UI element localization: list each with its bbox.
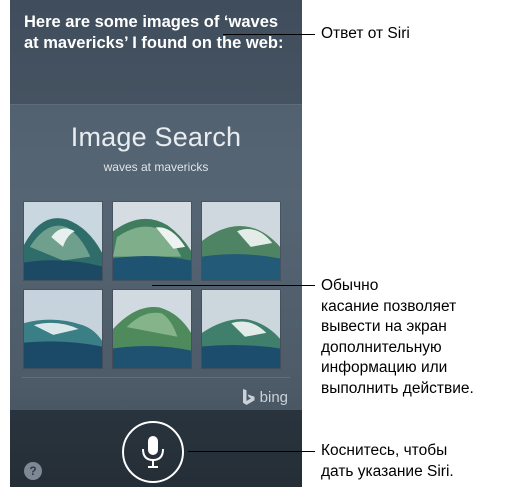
callout-tap-info: Обычно касание позволяет вывести на экра… bbox=[321, 276, 474, 399]
image-thumbnail-2[interactable] bbox=[112, 201, 192, 281]
microphone-icon bbox=[142, 436, 164, 468]
callout-line-tap-info bbox=[152, 285, 315, 286]
image-search-query: waves at mavericks bbox=[103, 160, 209, 174]
siri-response-text: Here are some images of ‘waves at maveri… bbox=[24, 13, 284, 52]
image-thumbnail-3[interactable] bbox=[201, 201, 281, 281]
callout-tap-info-line: вывести на экран bbox=[321, 318, 447, 335]
bing-label: bing bbox=[259, 389, 288, 406]
image-thumbnail-5[interactable] bbox=[112, 289, 192, 369]
help-button[interactable]: ? bbox=[24, 462, 42, 480]
callout-tap-info-line: выполнить действие. bbox=[321, 379, 474, 397]
card-divider bbox=[22, 377, 290, 378]
bing-logo-icon bbox=[242, 389, 255, 405]
mic-button[interactable] bbox=[122, 421, 184, 483]
image-thumbnail-1[interactable] bbox=[23, 201, 103, 281]
callout-tap-info-line: касание позволяет bbox=[321, 297, 457, 315]
bing-attribution[interactable]: bing bbox=[242, 389, 288, 406]
callout-line-tap-mic bbox=[188, 451, 315, 452]
callout-siri-answer: Ответ от Siri bbox=[321, 25, 410, 42]
callout-line-siri-answer bbox=[223, 34, 315, 35]
callout-tap-info-line: информацию или bbox=[321, 359, 448, 376]
image-thumbnail-4[interactable] bbox=[23, 289, 103, 369]
callout-tap-mic-line: дать указание Siri. bbox=[321, 462, 454, 480]
image-thumbnail-6[interactable] bbox=[201, 289, 281, 369]
callout-tap-info-line: Обычно bbox=[321, 277, 379, 294]
callout-tap-mic-line: Коснитесь, чтобы bbox=[321, 442, 448, 459]
callout-tap-mic: Коснитесь, чтобы дать указание Siri. bbox=[321, 441, 454, 482]
siri-screen: Here are some images of ‘waves at maveri… bbox=[10, 0, 302, 487]
image-search-title: Image Search bbox=[70, 122, 242, 152]
callout-tap-info-line: дополнительную bbox=[321, 338, 442, 356]
image-search-card[interactable]: Image Search waves at mavericks bing bbox=[10, 104, 302, 410]
